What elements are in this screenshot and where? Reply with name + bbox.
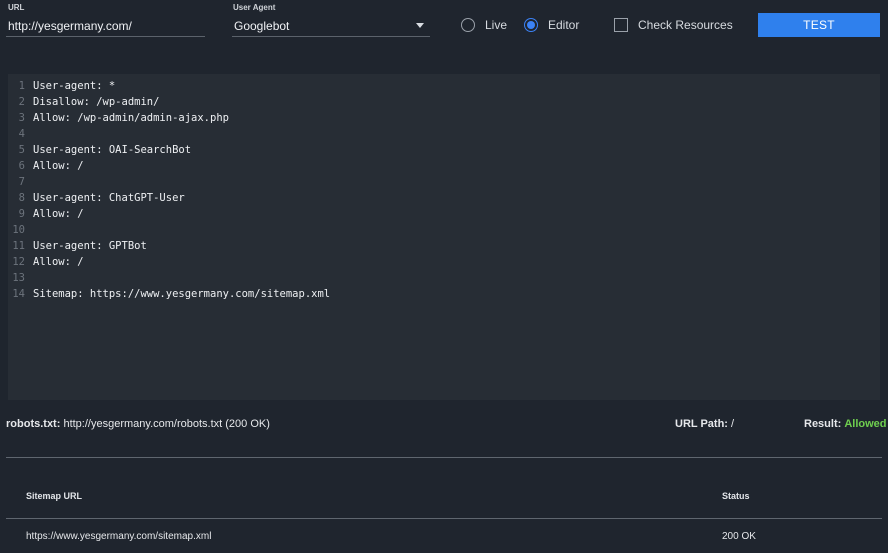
robots-label: robots.txt: [6,418,61,430]
user-agent-value: Googlebot [234,18,290,33]
radio-selected-dot [527,21,535,29]
code-text: Sitemap: https://www.yesgermany.com/site… [33,288,331,300]
code-text: Allow: /wp-admin/admin-ajax.php [33,112,229,124]
table-header-divider [6,518,882,519]
sitemap-url-header: Sitemap URL [26,491,83,501]
line-number: 7 [18,176,25,188]
check-resources-checkbox[interactable] [614,18,628,32]
robots-value: http://yesgermany.com/robots.txt (200 OK… [63,418,270,430]
result-status: Result: Allowed [804,418,887,430]
check-resources-label[interactable]: Check Resources [638,18,733,32]
robots-editor[interactable]: 1 User-agent: * 2 Disallow: /wp-admin/3 Allo… [8,74,880,400]
result-value: Allowed [844,418,887,430]
url-label: URL [8,3,25,12]
line-number: 4 [18,128,25,140]
status-header: Status [722,491,750,501]
url-input[interactable] [6,15,205,37]
user-agent-label: User Agent [233,3,276,12]
result-label: Result: [804,418,842,430]
line-number: 1 [18,80,25,92]
editor-label[interactable]: Editor [548,18,579,32]
line-number: 13 [12,272,25,284]
divider [6,457,882,458]
table-row-sitemap-url[interactable]: https://www.yesgermany.com/sitemap.xml [26,531,211,542]
url-path-label: URL Path: [675,418,728,430]
line-number: 12 [12,256,25,268]
code-text: User-agent: GPTBot [33,240,147,252]
code-text: User-agent: ChatGPT-User [33,192,185,204]
table-row-status: 200 OK [722,531,756,542]
robots-status: robots.txt: http://yesgermany.com/robots… [6,418,270,430]
live-label[interactable]: Live [485,18,507,32]
test-button[interactable]: TEST [758,13,880,37]
code-text: Allow: / [33,160,84,172]
line-number: 11 [12,240,25,252]
editor-radio[interactable] [524,18,538,32]
line-number: 8 [18,192,25,204]
code-text: User-agent: * [33,80,116,92]
live-radio[interactable] [461,18,475,32]
line-number: 9 [18,208,25,220]
code-text: Allow: / [33,208,84,220]
line-number: 10 [12,224,25,236]
code-text: Allow: / [33,256,84,268]
url-path-value: / [731,418,735,430]
url-path-status: URL Path: / [675,418,734,430]
code-text: Disallow: /wp-admin/ [33,96,160,108]
line-number: 6 [18,160,25,172]
line-number: 2 [18,96,25,108]
line-number: 5 [18,144,25,156]
chevron-down-icon [416,23,424,28]
line-number: 3 [18,112,25,124]
line-number: 14 [12,288,25,300]
code-text: User-agent: OAI-SearchBot [33,144,192,156]
user-agent-select[interactable]: Googlebot [232,15,430,37]
